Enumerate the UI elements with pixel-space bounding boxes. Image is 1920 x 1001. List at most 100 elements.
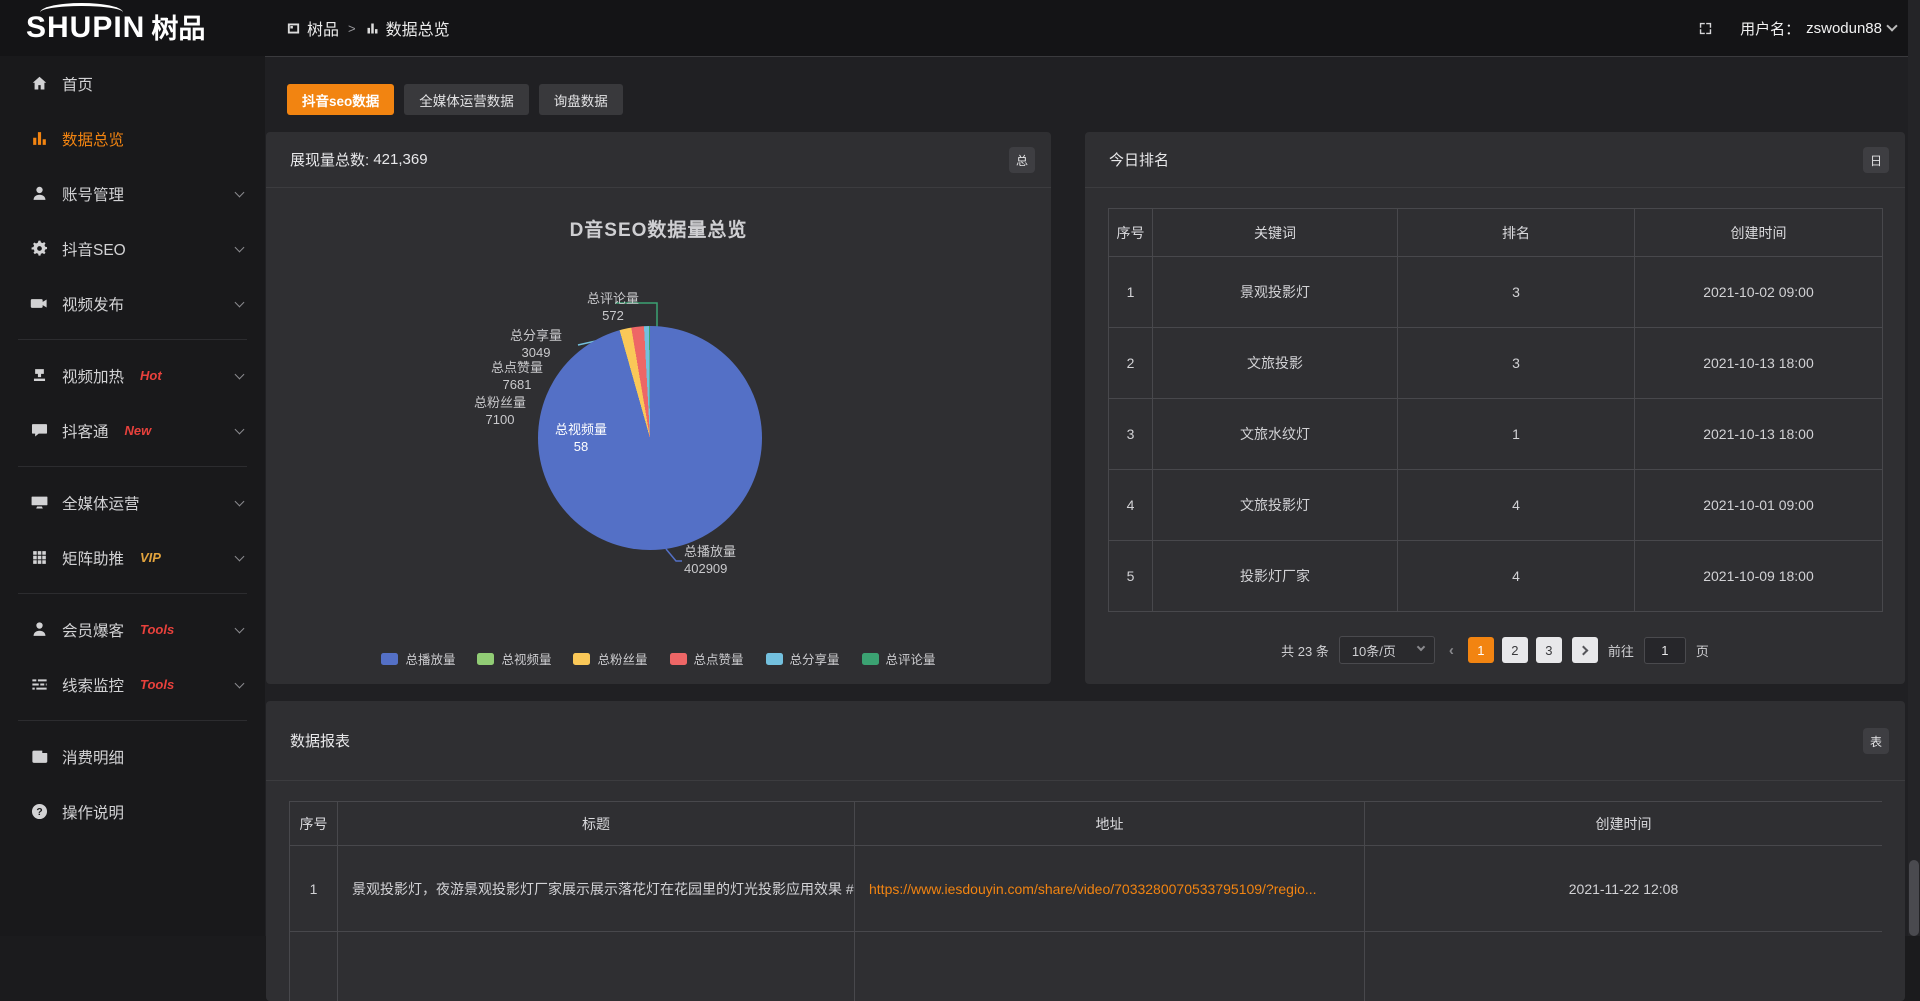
- report-col-url: 地址: [855, 802, 1365, 846]
- breadcrumb-root[interactable]: 树品: [286, 16, 339, 40]
- ranking-header-row: 序号 关键词 排名 创建时间: [1109, 209, 1883, 257]
- page-button-2[interactable]: 2: [1502, 637, 1528, 663]
- ranking-cell: 4: [1398, 541, 1635, 612]
- chevron-down-icon: [235, 551, 245, 561]
- sidebar-tag: Tools: [140, 622, 174, 637]
- person-icon: [30, 620, 49, 639]
- sidebar-divider: [18, 339, 247, 340]
- ranking-row: 5投影灯厂家42021-10-09 18:00: [1109, 541, 1883, 612]
- ranking-table-wrap: 序号 关键词 排名 创建时间 1景观投影灯32021-10-02 09:002文…: [1108, 208, 1883, 612]
- legend-item[interactable]: 总粉丝量: [573, 649, 647, 668]
- tab-button-2[interactable]: 询盘数据: [539, 84, 623, 115]
- prev-page-button[interactable]: ‹: [1445, 642, 1458, 659]
- ranking-cell: 2021-10-13 18:00: [1635, 399, 1883, 470]
- ranking-row: 3文旅水纹灯12021-10-13 18:00: [1109, 399, 1883, 470]
- sidebar-item-instructions[interactable]: ?操作说明: [0, 784, 265, 839]
- scrollbar-thumb[interactable]: [1909, 860, 1919, 936]
- sidebar: 首页数据总览账号管理抖音SEO视频发布视频加热Hot抖客通New 全媒体运营矩阵助…: [0, 56, 265, 936]
- tab-button-0[interactable]: 抖音seo数据: [287, 84, 394, 115]
- legend-swatch: [573, 653, 590, 665]
- sidebar-tag: New: [125, 423, 152, 438]
- ranking-card-header: 今日排名 日: [1085, 132, 1905, 188]
- page-buttons: 123: [1468, 637, 1562, 663]
- sidebar-item-video-heat[interactable]: 视频加热Hot: [0, 348, 265, 403]
- page-button-1[interactable]: 1: [1468, 637, 1494, 663]
- impressions-total-value: 421,369: [373, 151, 427, 168]
- sidebar-item-data-overview[interactable]: 数据总览: [0, 111, 265, 166]
- username-value: zswodun88: [1806, 20, 1882, 37]
- legend-swatch: [670, 653, 687, 665]
- page-size-select[interactable]: 10条/页: [1339, 636, 1435, 664]
- chat-icon: [30, 421, 49, 440]
- goto-suffix: 页: [1696, 641, 1709, 660]
- ranking-cell: 文旅投影灯: [1153, 470, 1398, 541]
- sidebar-item-doukertong[interactable]: 抖客通New: [0, 403, 265, 458]
- video-camera-icon: [30, 294, 49, 313]
- legend-swatch: [862, 653, 879, 665]
- sidebar-item-matrix-boost[interactable]: 矩阵助推VIP: [0, 530, 265, 585]
- total-view-button[interactable]: 总: [1009, 147, 1035, 173]
- report-col-index: 序号: [290, 802, 338, 846]
- legend-item[interactable]: 总分享量: [766, 649, 840, 668]
- ranking-card-title: 今日排名: [1109, 149, 1169, 170]
- report-header-row: 序号 标题 地址 创建时间: [290, 802, 1883, 846]
- chevron-down-icon: [235, 369, 245, 379]
- pie-label-comments: 总评论量 572: [571, 291, 655, 325]
- goto-page-input[interactable]: [1644, 637, 1686, 664]
- ranking-cell: 1: [1109, 257, 1153, 328]
- app-logo: SHUPIN 树品: [26, 9, 205, 47]
- table-view-button[interactable]: 表: [1863, 728, 1889, 754]
- report-table-wrap: 序号 标题 地址 创建时间 1 景观投影灯，夜游景观投影灯厂家展示展示落花灯在花…: [289, 801, 1882, 1001]
- ranking-cell: 3: [1109, 399, 1153, 470]
- bar-chart-icon: [30, 129, 49, 148]
- report-cell-time: 2021-11-22 12:08: [1365, 846, 1883, 932]
- sidebar-item-home[interactable]: 首页: [0, 56, 265, 111]
- sidebar-item-video-publish[interactable]: 视频发布: [0, 276, 265, 331]
- window-icon: [286, 21, 301, 36]
- user-menu[interactable]: 用户名： zswodun88: [1740, 18, 1896, 39]
- chevron-down-icon: [235, 242, 245, 252]
- legend-item[interactable]: 总播放量: [381, 649, 455, 668]
- report-card-header: 数据报表 表: [266, 701, 1905, 781]
- ranking-table: 序号 关键词 排名 创建时间 1景观投影灯32021-10-02 09:002文…: [1108, 208, 1883, 612]
- sidebar-item-clue-monitor[interactable]: 线索监控Tools: [0, 657, 265, 712]
- sidebar-item-media-operation[interactable]: 全媒体运营: [0, 475, 265, 530]
- report-col-time: 创建时间: [1365, 802, 1883, 846]
- legend-item[interactable]: 总点赞量: [670, 649, 744, 668]
- logo-text-en: SHUPIN: [26, 9, 145, 47]
- chevron-down-icon: [235, 623, 245, 633]
- monitor-icon: [30, 493, 49, 512]
- sidebar-tag: VIP: [140, 550, 161, 565]
- next-page-button[interactable]: [1572, 637, 1598, 663]
- ranking-cell: 投影灯厂家: [1153, 541, 1398, 612]
- stamp-icon: [30, 366, 49, 385]
- sidebar-item-account-manage[interactable]: 账号管理: [0, 166, 265, 221]
- legend-item[interactable]: 总视频量: [477, 649, 551, 668]
- sidebar-item-consumption-detail[interactable]: 消费明细: [0, 729, 265, 784]
- wallet-icon: [30, 747, 49, 766]
- ranking-col-time: 创建时间: [1635, 209, 1883, 257]
- page-button-3[interactable]: 3: [1536, 637, 1562, 663]
- day-view-button[interactable]: 日: [1863, 147, 1889, 173]
- chevron-down-icon: [235, 678, 245, 688]
- fullscreen-icon[interactable]: [1697, 20, 1714, 37]
- report-video-link[interactable]: https://www.iesdouyin.com/share/video/70…: [869, 881, 1317, 897]
- legend-item[interactable]: 总评论量: [862, 649, 936, 668]
- sidebar-item-member-baoke[interactable]: 会员爆客Tools: [0, 602, 265, 657]
- legend-swatch: [477, 653, 494, 665]
- ranking-cell: 景观投影灯: [1153, 257, 1398, 328]
- tab-button-1[interactable]: 全媒体运营数据: [404, 84, 529, 115]
- sidebar-item-douyin-seo[interactable]: 抖音SEO: [0, 221, 265, 276]
- user-icon: [30, 184, 49, 203]
- sidebar-divider: [18, 593, 247, 594]
- sidebar-tag: Hot: [140, 368, 162, 383]
- ranking-cell: 文旅水纹灯: [1153, 399, 1398, 470]
- ranking-cell: 3: [1398, 328, 1635, 399]
- report-cell-title: 景观投影灯，夜游景观投影灯厂家展示展示落花灯在花园里的灯光投影应用效果 #: [338, 846, 855, 932]
- ranking-cell: 3: [1398, 257, 1635, 328]
- ranking-cell: 2021-10-01 09:00: [1635, 470, 1883, 541]
- ranking-row: 1景观投影灯32021-10-02 09:00: [1109, 257, 1883, 328]
- home-icon: [30, 74, 49, 93]
- legend-swatch: [381, 653, 398, 665]
- breadcrumb-current[interactable]: 数据总览: [365, 16, 450, 40]
